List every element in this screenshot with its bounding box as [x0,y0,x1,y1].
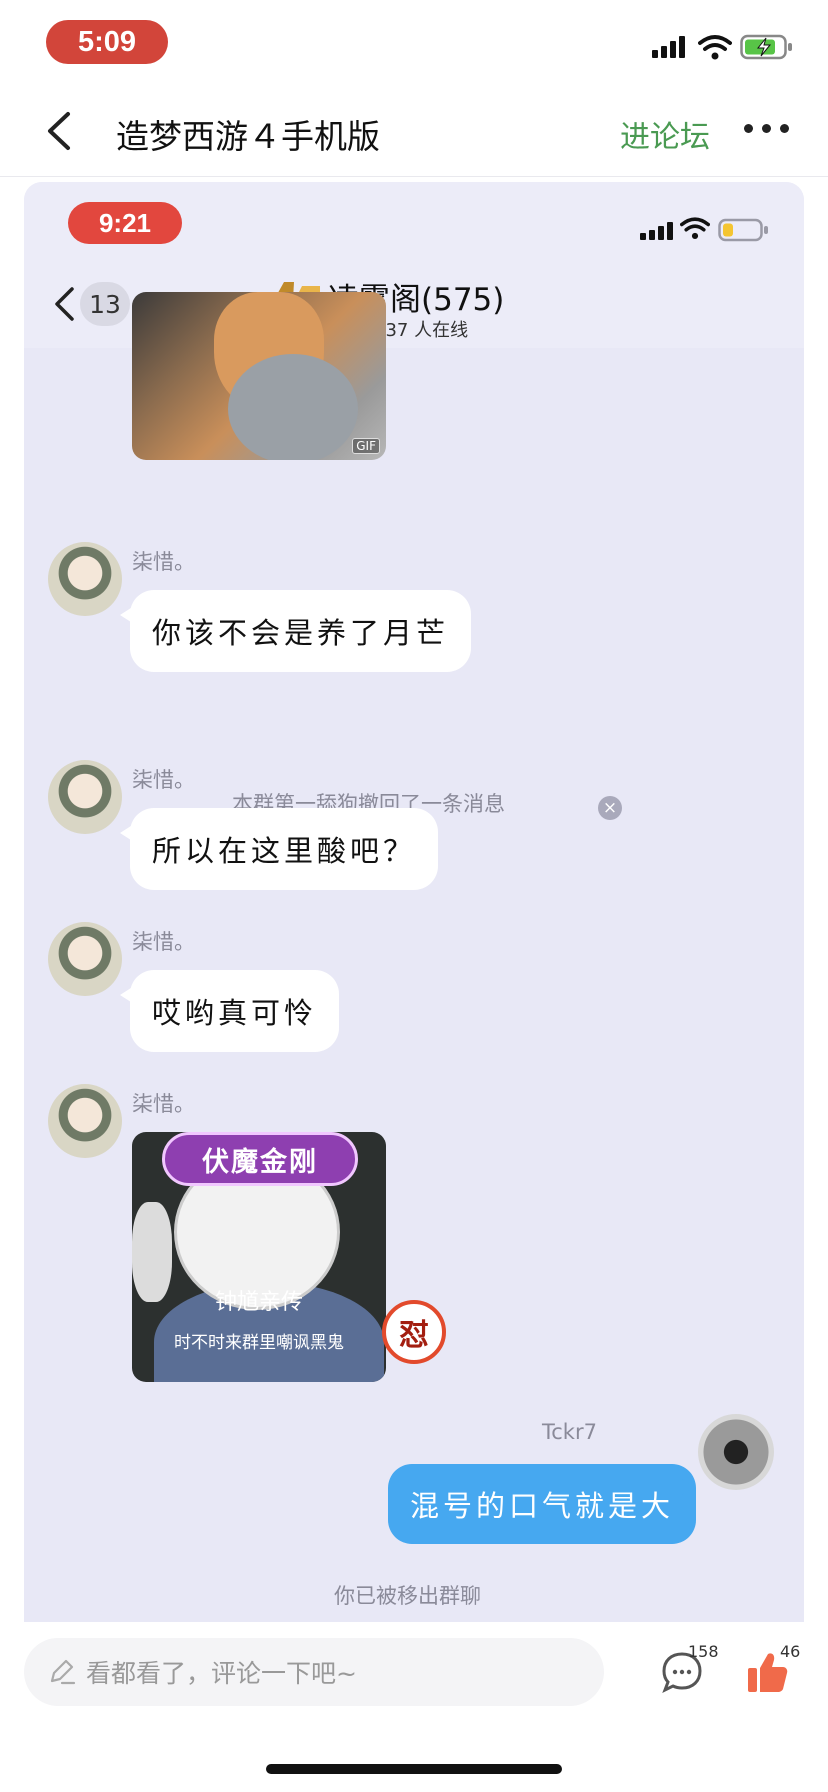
sender-name: 柒惜。 [132,550,195,574]
avatar[interactable] [48,922,122,996]
cellular-signal-icon [652,36,685,58]
like-count: 46 [780,1642,801,1661]
screenshot-wifi-icon [680,217,710,240]
comment-count: 158 [688,1642,719,1661]
enter-forum-link[interactable]: 进论坛 [620,112,710,156]
status-time: 5:09 [46,20,168,64]
my-avatar[interactable] [698,1414,774,1490]
chat-back-icon[interactable] [52,286,78,322]
message-bubble[interactable]: 所以在这里酸吧？ [130,808,439,890]
gif-badge: GIF [352,438,380,454]
message-bubble[interactable]: 哎哟真可怜 [130,970,340,1052]
wifi-icon [698,35,732,60]
sender-name: 柒惜。 [132,768,195,792]
sticker-title: 伏魔金刚 [162,1132,358,1186]
my-message-bubble[interactable]: 混号的口气就是大 [388,1464,697,1544]
home-indicator [266,1764,562,1774]
back-arrow-icon[interactable] [44,111,76,151]
screenshot-signal-icon [640,222,673,240]
sender-name: Tckr7 [542,1420,597,1444]
comment-placeholder: 看都看了，评论一下吧~ [86,1659,357,1688]
close-icon[interactable]: × [598,796,622,820]
sticker-caption-2: 时不时来群里嘲讽黑鬼 [174,1333,344,1353]
avatar[interactable] [48,760,122,834]
battery-charging-icon [740,34,792,60]
avatar[interactable] [48,542,122,616]
removed-notice: 你已被移出群聊 [334,1584,481,1608]
meme-sticker[interactable]: 伏魔金刚 钟馗亲传 时不时来群里嘲讽黑鬼 [132,1132,386,1382]
sender-name: 柒惜。 [132,1092,195,1116]
screenshot-battery-icon [718,218,768,242]
pen-icon [50,1659,76,1685]
shared-screenshot[interactable]: 9:21 13 凌霄阁(575) 437 人在线 GIF 柒惜。 你该不会是养了… [24,182,804,1622]
online-count: 437 人在线 [374,320,469,341]
reaction-badge[interactable]: 怼 [382,1300,446,1364]
screenshot-status-time: 9:21 [68,202,182,244]
sticker-caption-1: 钟馗亲传 [214,1290,303,1315]
message-bubble[interactable]: 你该不会是养了月芒 [130,590,472,672]
unread-count-badge: 13 [80,282,130,326]
gif-image[interactable]: GIF [132,292,386,460]
blanket-shape [228,354,358,460]
avatar[interactable] [48,1084,122,1158]
sender-name: 柒惜。 [132,930,195,954]
more-options-icon[interactable] [744,124,789,133]
comment-input[interactable]: 看都看了，评论一下吧~ [24,1638,604,1706]
page-title: 造梦西游４手机版 [116,117,380,156]
